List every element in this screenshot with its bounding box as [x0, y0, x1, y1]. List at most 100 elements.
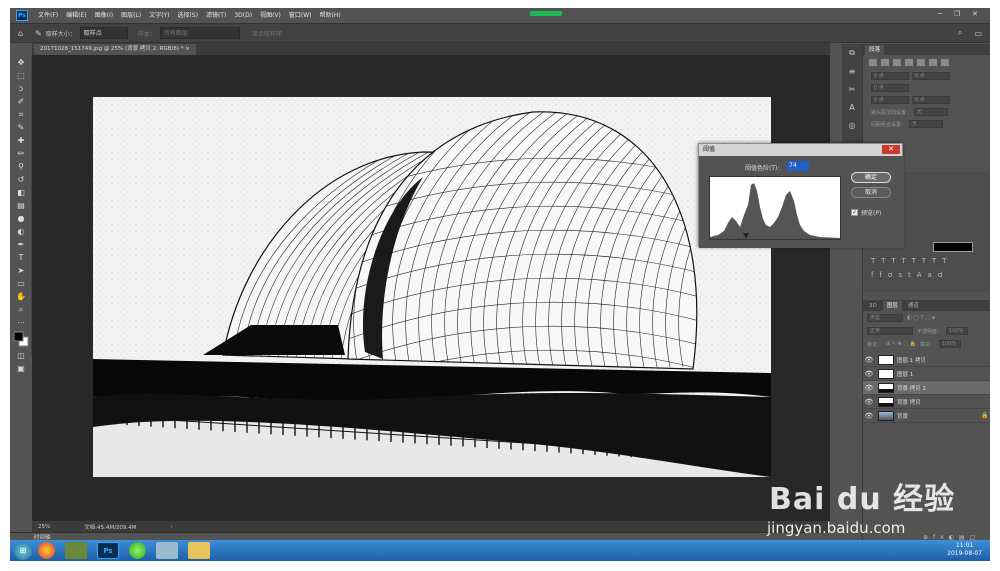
layer-kind-select[interactable]: 类型 — [867, 314, 903, 322]
move-tool-icon[interactable]: ✥ — [10, 56, 32, 69]
dodge-tool-icon[interactable]: ◐ — [10, 225, 32, 238]
ok-button[interactable]: 确定 — [851, 172, 891, 183]
tab-close-icon[interactable]: × — [185, 46, 190, 52]
menu-image[interactable]: 图像(I) — [91, 8, 117, 23]
fill-field[interactable]: 100% — [938, 340, 961, 348]
hyphen-select[interactable]: 无 — [914, 108, 949, 116]
control-panel-icon[interactable] — [156, 542, 178, 559]
layer-row[interactable]: 👁 图层 1 — [863, 367, 990, 381]
character-panel-icon[interactable]: A — [842, 98, 862, 116]
history-panel-icon[interactable]: ⧉ — [842, 44, 862, 62]
system-tray-clock[interactable]: 11:01 2019-08-07 — [947, 542, 982, 558]
visibility-eye-icon[interactable]: 👁 — [863, 398, 875, 406]
search-icon[interactable]: ⌕ — [958, 28, 962, 38]
dialog-titlebar[interactable]: 阈值 ✕ — [699, 144, 902, 156]
histogram[interactable] — [709, 176, 841, 240]
marquee-tool-icon[interactable]: ⬚ — [10, 69, 32, 82]
restore-icon[interactable]: ❐ — [954, 10, 960, 18]
layer-row[interactable]: 👁 背景 拷贝 — [863, 395, 990, 409]
more-tools-icon[interactable]: ⋯ — [10, 316, 32, 329]
indent-right-field[interactable]: 0 点 — [912, 72, 950, 80]
justify-last-left-icon[interactable] — [905, 59, 913, 66]
chrome-icon[interactable] — [38, 542, 55, 559]
justify-all-icon[interactable] — [941, 59, 949, 66]
zoom-level[interactable]: 25% — [38, 524, 50, 530]
document-tab[interactable]: 20171028_151749.jpg @ 25% (背景 拷贝 2, RGB/… — [34, 44, 196, 55]
spacing-select[interactable]: 无 — [909, 120, 944, 128]
zoom-tool-icon[interactable]: ⌕ — [10, 303, 32, 316]
menu-type[interactable]: 文字(Y) — [145, 8, 173, 23]
brush-tool-icon[interactable]: ✏ — [10, 147, 32, 160]
gradient-tool-icon[interactable]: ▤ — [10, 199, 32, 212]
dialog-close-button[interactable]: ✕ — [882, 145, 900, 154]
text-style-icons[interactable]: TTTTTTTT — [871, 257, 952, 265]
menu-window[interactable]: 窗口(W) — [285, 8, 316, 23]
screen-mode-icon[interactable]: ▣ — [10, 362, 32, 375]
blend-mode-select[interactable]: 正常 — [867, 327, 913, 335]
quick-mask-icon[interactable]: ◫ — [10, 349, 32, 362]
lasso-tool-icon[interactable]: ↄ — [10, 82, 32, 95]
sample-size-select[interactable]: 取样点 — [79, 27, 128, 39]
text-color-swatch[interactable] — [933, 242, 973, 252]
home-icon[interactable]: ⌂ — [18, 29, 23, 38]
justify-last-right-icon[interactable] — [929, 59, 937, 66]
lock-icon[interactable]: 🔒 — [981, 412, 990, 419]
eyedropper-tool-icon[interactable]: ✎ — [10, 121, 32, 134]
browser-360-icon[interactable] — [129, 542, 146, 559]
space-after-field[interactable]: 0 点 — [912, 96, 950, 104]
stamp-tool-icon[interactable]: ⚲ — [10, 160, 32, 173]
adjustments-panel-icon[interactable]: ◎ — [842, 116, 862, 134]
opentype-icons[interactable]: ffσstAad — [871, 271, 948, 279]
tab-channels[interactable]: 通道 — [904, 301, 923, 311]
color-swatches-icon[interactable] — [10, 329, 32, 349]
align-right-icon[interactable] — [893, 59, 901, 66]
layer-row[interactable]: 👁 图层 1 拷贝 — [863, 353, 990, 367]
menu-edit[interactable]: 编辑(E) — [62, 8, 90, 23]
start-button[interactable]: ⊞ — [14, 541, 32, 560]
tab-paragraph[interactable]: 段落 — [865, 45, 885, 55]
layer-filter-icons[interactable]: ◧ ◯ T ⬚ ◈ — [907, 315, 935, 321]
document-image[interactable] — [93, 97, 771, 477]
visibility-eye-icon[interactable]: 👁 — [863, 356, 875, 364]
healing-tool-icon[interactable]: ✚ — [10, 134, 32, 147]
tab-3d[interactable]: 3D — [865, 301, 881, 311]
quick-select-tool-icon[interactable]: ✐ — [10, 95, 32, 108]
explorer-icon[interactable] — [188, 542, 210, 559]
menu-view[interactable]: 视图(V) — [256, 8, 285, 23]
show-ring-checkbox[interactable]: 显示取样环 — [252, 29, 282, 38]
eyedropper-icon[interactable]: ✎ — [35, 29, 42, 38]
pen-tool-icon[interactable]: ✒ — [10, 238, 32, 251]
cancel-button[interactable]: 取消 — [851, 187, 891, 198]
lock-icons[interactable]: ⊞ ✎ ✥ ⬚ 🔒 — [886, 341, 916, 347]
sample-select[interactable]: 所有图层 — [159, 27, 240, 39]
preview-checkbox[interactable]: ✓ 预览(P) — [851, 208, 881, 217]
crop-tool-icon[interactable]: ⌗ — [10, 108, 32, 121]
status-arrow-icon[interactable]: › — [170, 524, 172, 530]
blur-tool-icon[interactable]: ● — [10, 212, 32, 225]
tab-layers[interactable]: 图层 — [882, 301, 902, 311]
indent-left-field[interactable]: 0 点 — [871, 72, 909, 80]
justify-last-center-icon[interactable] — [917, 59, 925, 66]
eraser-tool-icon[interactable]: ◧ — [10, 186, 32, 199]
menu-layer[interactable]: 图层(L) — [117, 8, 145, 23]
type-tool-icon[interactable]: T — [10, 251, 32, 264]
path-select-tool-icon[interactable]: ➤ — [10, 264, 32, 277]
threshold-level-input[interactable]: 74 — [787, 161, 809, 171]
align-center-icon[interactable] — [881, 59, 889, 66]
shape-tool-icon[interactable]: ▭ — [10, 277, 32, 290]
visibility-eye-icon[interactable]: 👁 — [863, 370, 875, 378]
history-brush-icon[interactable]: ↺ — [10, 173, 32, 186]
first-line-indent-field[interactable]: 0 点 — [871, 84, 909, 92]
visibility-eye-icon[interactable]: 👁 — [863, 412, 875, 420]
document-size[interactable]: 文档:45.4M/209.4M — [84, 523, 136, 531]
menu-file[interactable]: 文件(F) — [34, 8, 62, 23]
minecraft-icon[interactable] — [65, 542, 87, 559]
brush-panel-icon[interactable]: ✂ — [842, 80, 862, 98]
align-left-icon[interactable] — [869, 59, 877, 66]
minimize-icon[interactable]: ─ — [938, 10, 942, 18]
menu-filter[interactable]: 滤镜(T) — [202, 8, 230, 23]
photoshop-taskbar-icon[interactable]: Ps — [97, 542, 119, 559]
workspace-icon[interactable]: ▭ — [974, 29, 982, 38]
title-grip[interactable] — [530, 11, 562, 16]
visibility-eye-icon[interactable]: 👁 — [863, 384, 875, 392]
